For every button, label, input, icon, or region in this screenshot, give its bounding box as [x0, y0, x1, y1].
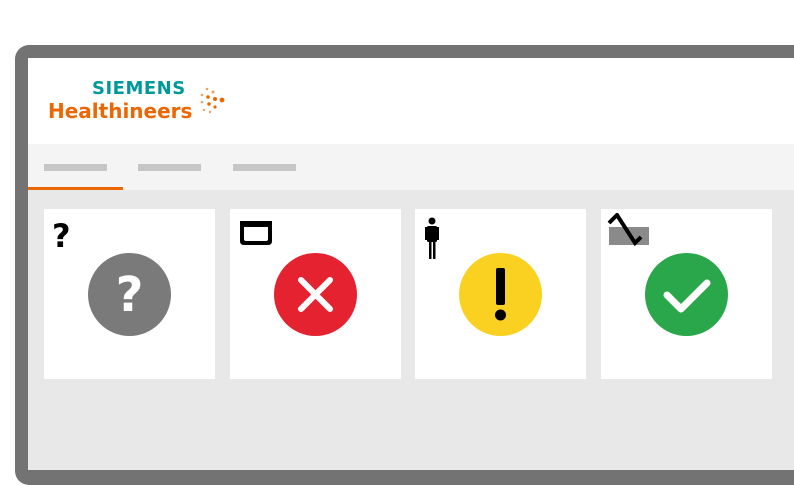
device-card-error[interactable]: [230, 209, 401, 379]
device-card-unknown[interactable]: ? ?: [44, 209, 215, 379]
exclamation-icon: [459, 253, 542, 336]
logo-dots-icon: [200, 87, 225, 114]
logo-line-healthineers: Healthineers: [48, 99, 193, 123]
person-icon: [425, 217, 439, 259]
app-screen: SIEMENS Healthineers ? ?: [28, 58, 794, 470]
x-icon: [274, 253, 357, 336]
status-unknown-icon: ?: [88, 253, 171, 336]
question-icon: ?: [88, 253, 171, 336]
tab-3[interactable]: [218, 144, 313, 190]
tab-1-label-placeholder: [44, 164, 107, 171]
app-header: SIEMENS Healthineers: [28, 58, 794, 144]
checkmark-icon: [645, 253, 728, 336]
question-mark-icon: ?: [52, 217, 71, 251]
tab-3-label-placeholder: [233, 164, 296, 171]
monitor-icon: [240, 221, 272, 245]
svg-text:?: ?: [116, 267, 144, 323]
tab-2-label-placeholder: [138, 164, 201, 171]
status-warning-icon: [459, 253, 542, 336]
status-error-icon: [274, 253, 357, 336]
svg-text:?: ?: [52, 217, 71, 251]
logo-line-siemens: SIEMENS: [92, 78, 186, 99]
tab-bar: [28, 144, 794, 190]
active-tab-indicator: [28, 187, 123, 190]
device-card-warning[interactable]: [415, 209, 586, 379]
status-ok-icon: [645, 253, 728, 336]
tab-1[interactable]: [28, 144, 123, 190]
tab-2[interactable]: [123, 144, 218, 190]
signal-icon: [607, 213, 649, 247]
device-card-ok[interactable]: [601, 209, 772, 379]
